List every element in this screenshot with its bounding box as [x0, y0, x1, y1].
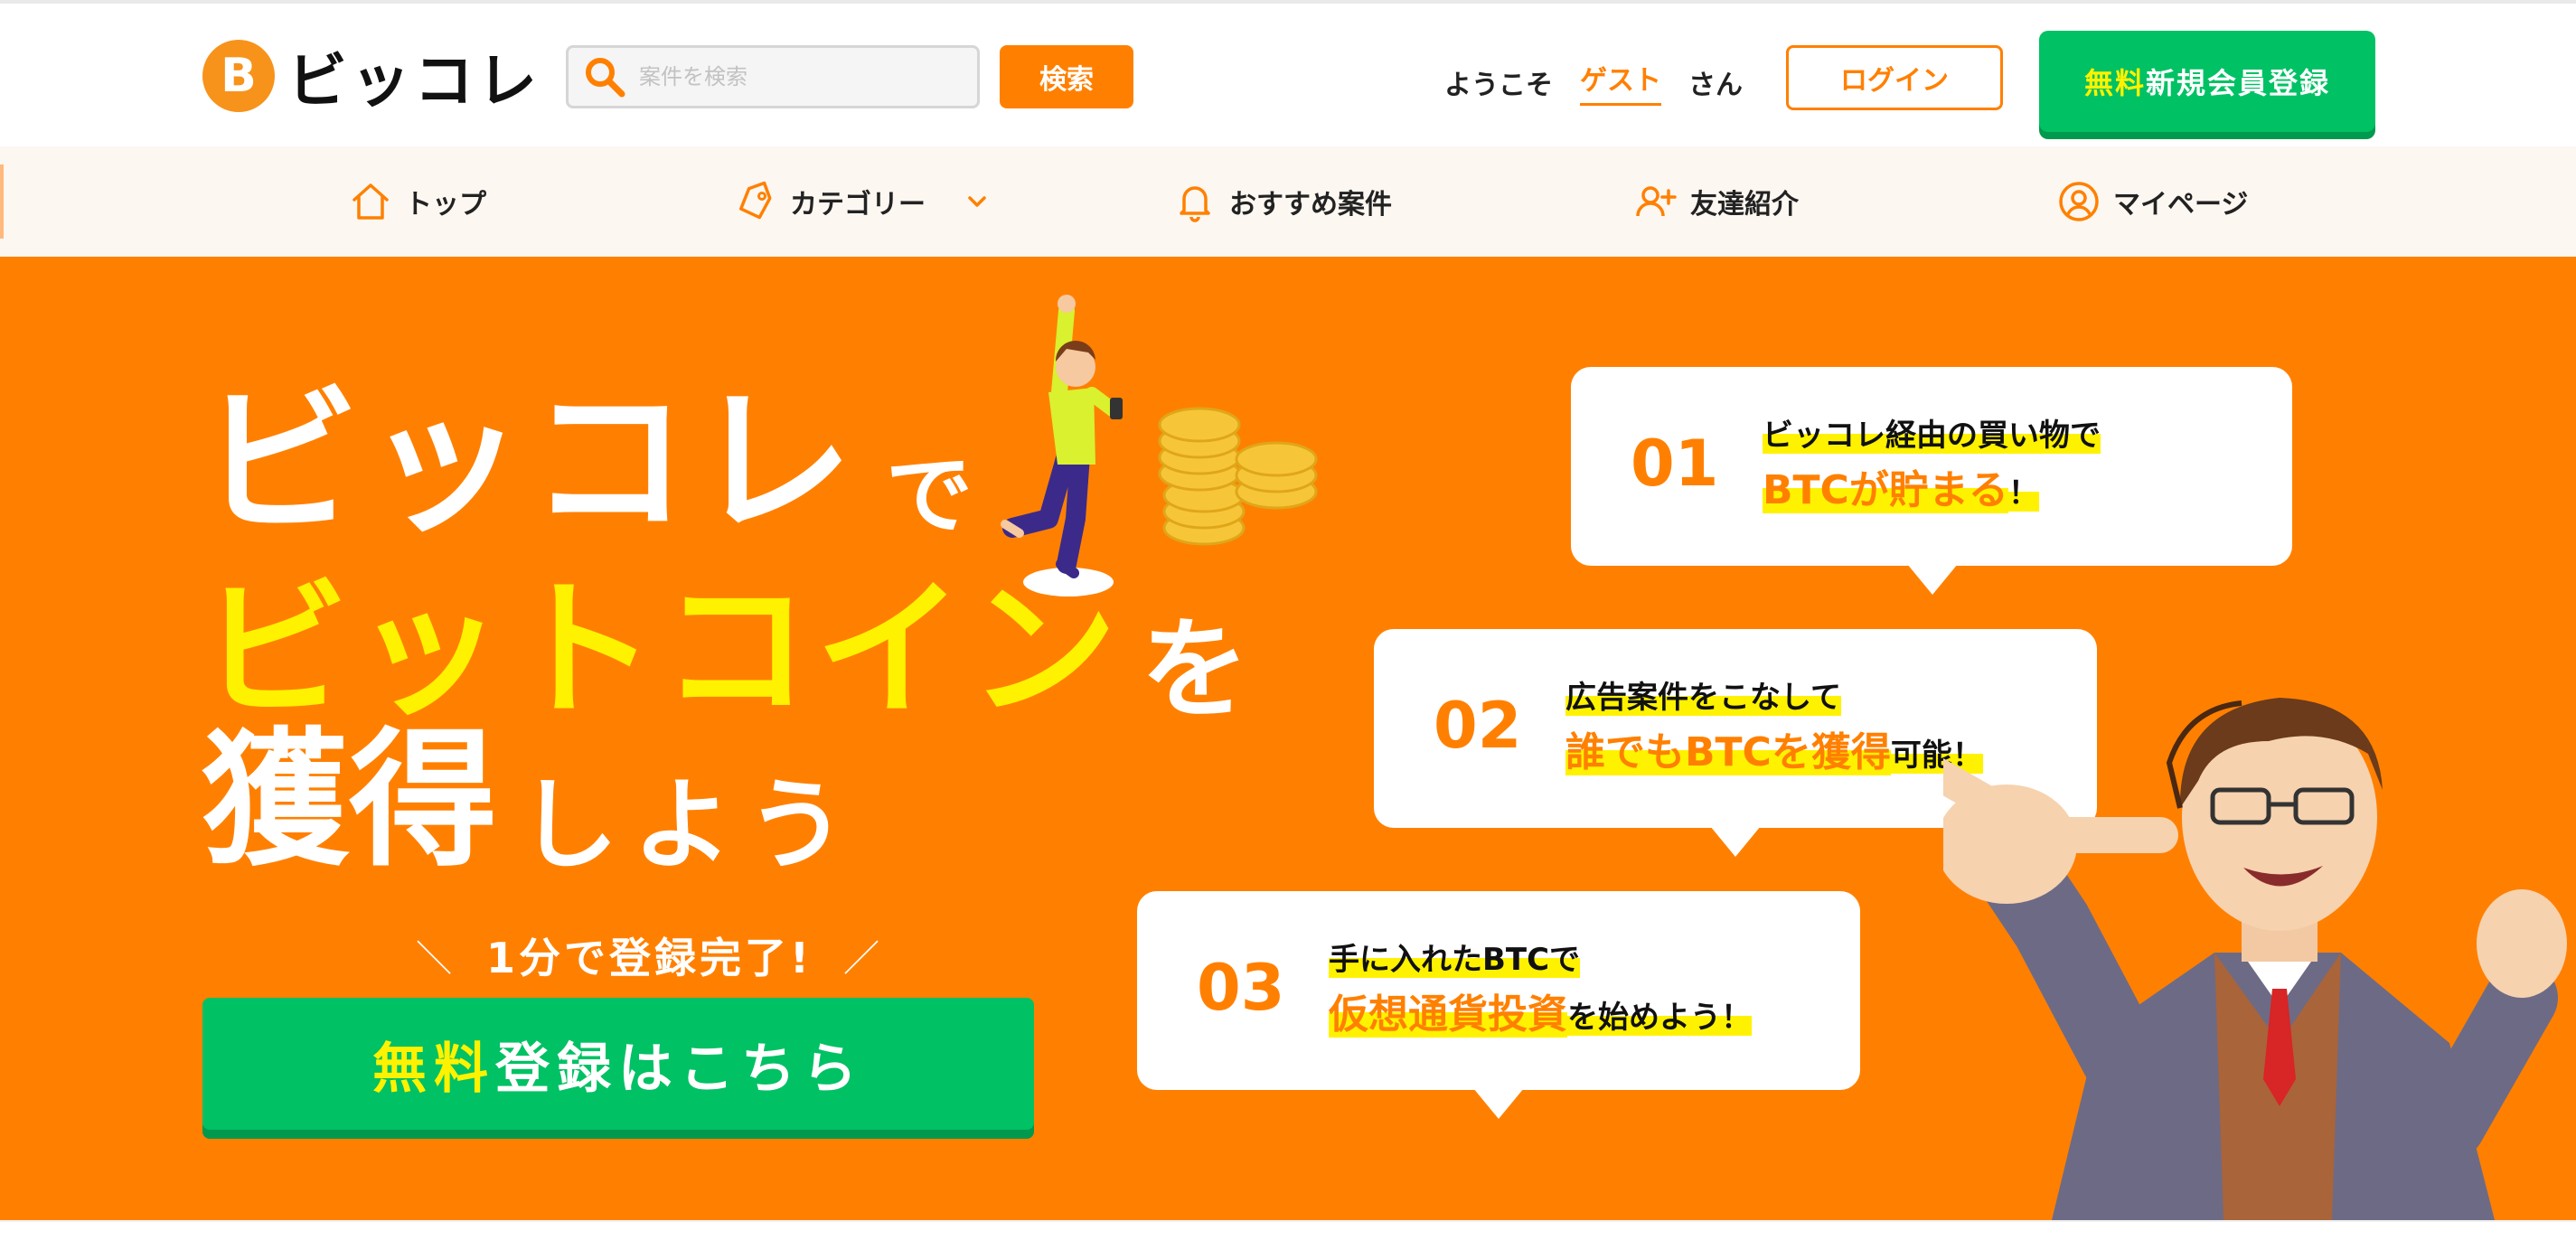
hero-acquire-text: 獲得	[201, 714, 498, 887]
register-button[interactable]: 無料 新規会員登録	[2039, 31, 2375, 132]
hero-bitcoin-text: ビットコイン	[201, 564, 1123, 737]
bubble-tail	[1907, 564, 1958, 595]
hero-particle-de: で	[886, 445, 973, 546]
feature-bubble-03: 03 手に入れたBTCで 仮想通貨投資を始めよう！	[1137, 891, 1860, 1119]
feature-line1: 広告案件をこなして	[1565, 680, 1841, 716]
nav-item-top[interactable]: トップ	[349, 146, 486, 257]
register-free-label: 無料	[2083, 66, 2146, 100]
bell-icon	[1180, 186, 1210, 222]
user-circle-icon	[2059, 182, 2099, 221]
feature-bubble-01: 01 ビッコレ経由の買い物で BTCが貯まる！	[1571, 367, 2292, 595]
nav-label: マイページ	[2113, 189, 2249, 221]
nav-item-referral[interactable]: 友達紹介	[1634, 146, 1799, 257]
tag-icon	[739, 181, 772, 220]
search-button[interactable]: 検索	[1000, 45, 1133, 108]
site-logo[interactable]: B ビッコレ	[202, 38, 541, 116]
pointing-businessman-illustration	[1943, 698, 2567, 1220]
cta-free-label: 無料	[372, 1037, 495, 1101]
nav-label: トップ	[405, 189, 486, 221]
nav-label: おすすめ案件	[1229, 189, 1392, 221]
main-nav: トップ カテゴリー おすすめ案件 友達紹介 マイページ	[0, 146, 2576, 257]
hero-register-button[interactable]: 無料 登録はこちら	[202, 998, 1034, 1130]
add-user-icon	[1636, 186, 1677, 217]
welcome-prefix: ようこそ	[1444, 69, 1553, 101]
nav-item-recommended[interactable]: おすすめ案件	[1173, 146, 1392, 257]
feature-number: 02	[1434, 689, 1522, 763]
nav-item-category[interactable]: カテゴリー	[734, 146, 989, 257]
guest-name[interactable]: ゲスト	[1580, 58, 1661, 106]
feature-highlight: BTCが貯まる	[1763, 466, 2008, 513]
feature-number: 03	[1197, 951, 1285, 1025]
feature-line2-tail: ！	[2007, 474, 2039, 512]
page-bottom-edge	[0, 1220, 2576, 1240]
feature-text: 広告案件をこなして 誰でもBTCを獲得可能！	[1565, 674, 1983, 784]
tagline-text: 1分で登録完了!	[486, 934, 813, 982]
feature-line1: ビッコレ経由の買い物で	[1763, 418, 2101, 454]
search-icon	[586, 58, 625, 98]
welcome-message: ようこそ ゲスト さん	[1444, 58, 1743, 106]
search-box	[566, 45, 980, 108]
hero-headline-line3: 獲得 しよう	[201, 714, 861, 887]
nav-item-mypage[interactable]: マイページ	[2057, 146, 2248, 257]
nav-label: 友達紹介	[1690, 189, 1799, 221]
search-input[interactable]	[639, 64, 964, 89]
logo-text: ビッコレ	[287, 46, 541, 116]
hero-tagline: ＼ 1分で登録完了! ／	[385, 925, 914, 985]
feature-line2-tail: を始めよう！	[1567, 999, 1752, 1036]
backslash-decoration: ＼	[416, 938, 456, 980]
feature-number: 01	[1631, 427, 1719, 501]
welcome-suffix: さん	[1688, 69, 1743, 101]
slash-decoration: ／	[843, 938, 883, 980]
bitcoin-coin-icon: B	[202, 40, 275, 112]
nav-edge-mark	[0, 164, 4, 239]
coin-stack-illustration	[1158, 407, 1318, 546]
site-header: B ビッコレ 検索 ようこそ ゲスト さん ログイン 無料新規会員登録	[0, 4, 2576, 146]
feature-text: ビッコレ経由の買い物で BTCが貯まる！	[1763, 412, 2101, 521]
chevron-down-icon	[968, 196, 986, 207]
login-button[interactable]: ログイン	[1786, 45, 2003, 110]
home-icon	[353, 183, 389, 220]
nav-label: カテゴリー	[790, 189, 926, 221]
feature-line1: 手に入れたBTCで	[1329, 942, 1581, 978]
hero-particle-wo: を	[1141, 607, 1250, 733]
feature-highlight: 誰でもBTCを獲得	[1565, 728, 1891, 775]
feature-text: 手に入れたBTCで 仮想通貨投資を始めよう！	[1329, 936, 1752, 1046]
register-label: 新規会員登録	[2146, 66, 2331, 100]
hero-headline-line1: ビッコレ で	[201, 383, 973, 542]
hero-lets-text: しよう	[519, 767, 861, 883]
feature-highlight: 仮想通貨投資	[1329, 991, 1567, 1038]
bubble-tail	[1473, 1088, 1524, 1119]
hero-banner: ビッコレ で ビットコイン を 獲得 しよう ＼ 1分で登録完了! ／ 無料 登録…	[0, 257, 2576, 1220]
hero-brand-text: ビッコレ	[201, 370, 860, 555]
cta-label: 登録はこちら	[495, 1037, 864, 1101]
bubble-tail	[1710, 826, 1761, 857]
